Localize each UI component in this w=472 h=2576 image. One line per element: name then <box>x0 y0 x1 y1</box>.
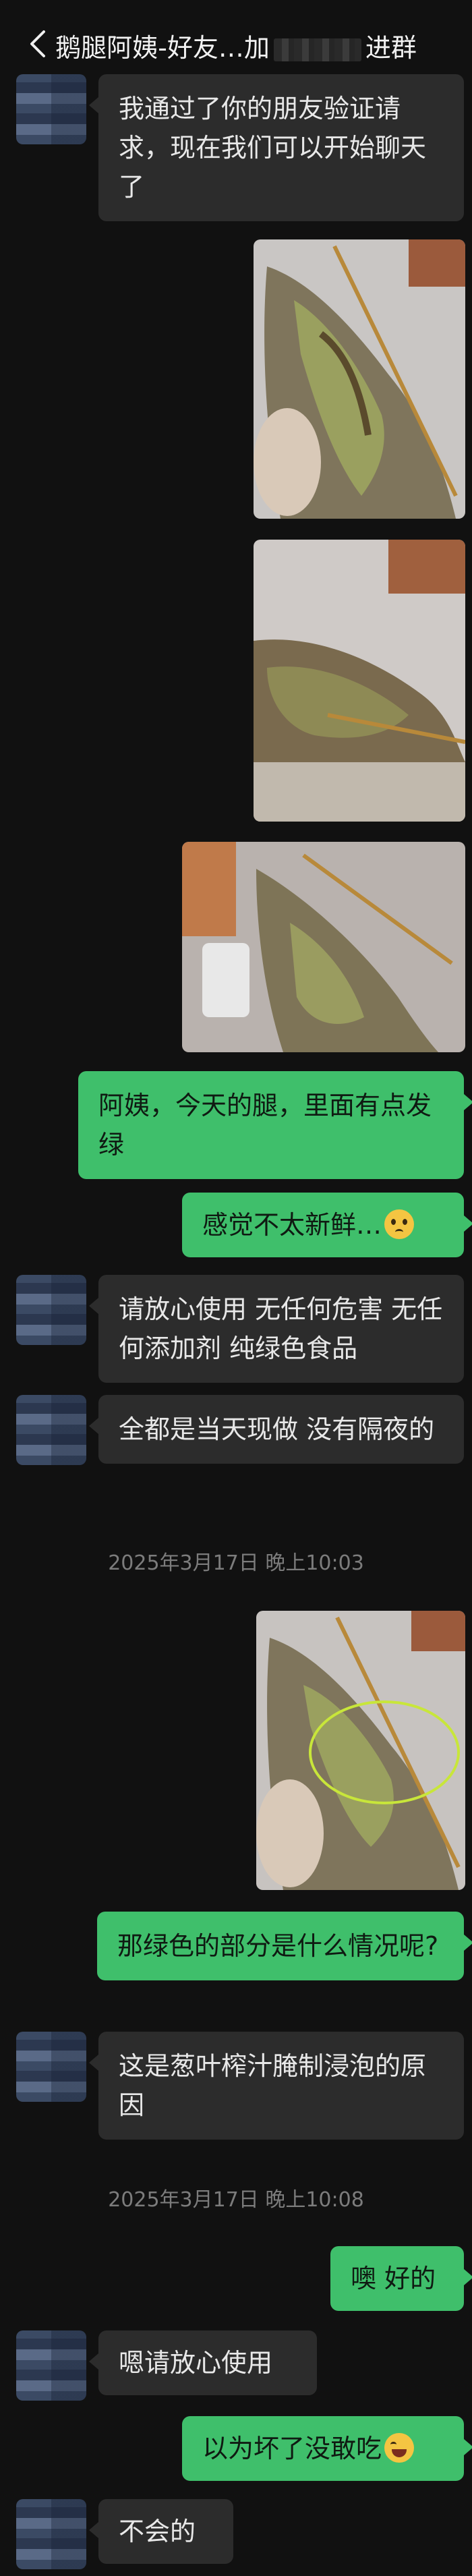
incoming-message: 全都是当天现做 没有隔夜的 <box>89 1395 464 1464</box>
message-text: 噢 好的 <box>351 2264 436 2293</box>
contact-avatar[interactable] <box>16 1275 86 1345</box>
outgoing-message: 感觉不太新鲜… <box>182 1193 472 1257</box>
incoming-message: 嗯请放心使用 <box>89 2330 317 2395</box>
contact-avatar[interactable] <box>16 2330 86 2401</box>
sent-photo[interactable] <box>182 842 465 1052</box>
outgoing-message: 那绿色的部分是什么情况呢? <box>97 1912 472 1980</box>
incoming-message: 这是葱叶榨汁腌制浸泡的原因 <box>89 2032 464 2140</box>
laughing-face-emoji <box>384 2433 415 2463</box>
sent-photo[interactable] <box>254 540 465 822</box>
outgoing-message: 噢 好的 <box>330 2246 472 2311</box>
goose-leg-photo-1 <box>254 239 465 519</box>
contact-avatar[interactable] <box>16 2499 86 2569</box>
outgoing-message: 阿姨，今天的腿，里面有点发绿 <box>78 1071 472 1179</box>
sent-photo[interactable] <box>254 239 465 519</box>
message-text: 不会的 <box>119 2517 196 2546</box>
incoming-message: 我通过了你的朋友验证请求，现在我们可以开始聊天了 <box>89 74 464 221</box>
contact-avatar[interactable] <box>16 1395 86 1465</box>
timestamp: 2025年3月17日 晚上10:08 <box>108 2188 364 2212</box>
contact-avatar[interactable] <box>16 2032 86 2102</box>
annotated-goose-leg-photo <box>256 1611 465 1890</box>
goose-leg-photo-3 <box>182 842 465 1052</box>
redacted-region <box>273 38 361 61</box>
message-text: 以为坏了没敢吃 <box>202 2434 382 2463</box>
message-text: 这是葱叶榨汁腌制浸泡的原因 <box>119 2051 427 2120</box>
timestamp: 2025年3月17日 晚上10:03 <box>108 1551 364 1575</box>
message-text: 我通过了你的朋友验证请求，现在我们可以开始聊天了 <box>119 94 427 202</box>
contact-avatar[interactable] <box>16 74 86 144</box>
chat-title: 鹅腿阿姨-好友…加 进群 <box>0 27 472 64</box>
chat-title-part2: 进群 <box>365 33 417 63</box>
chat-title-part1: 鹅腿阿姨-好友…加 <box>55 33 270 63</box>
message-text: 全都是当天现做 没有隔夜的 <box>119 1414 435 1444</box>
sent-photo[interactable] <box>256 1611 465 1890</box>
goose-leg-photo-2 <box>254 540 465 822</box>
message-text: 那绿色的部分是什么情况呢? <box>117 1931 439 1961</box>
message-text: 请放心使用 无任何危害 无任何添加剂 纯绿色食品 <box>119 1294 443 1363</box>
worried-face-emoji <box>384 1209 415 1239</box>
incoming-message: 请放心使用 无任何危害 无任何添加剂 纯绿色食品 <box>89 1275 464 1383</box>
message-text: 嗯请放心使用 <box>119 2348 273 2378</box>
outgoing-message: 以为坏了没敢吃 <box>182 2416 472 2481</box>
message-text: 阿姨，今天的腿，里面有点发绿 <box>98 1091 432 1160</box>
message-text: 感觉不太新鲜… <box>202 1210 382 1240</box>
incoming-message: 不会的 <box>89 2499 233 2564</box>
